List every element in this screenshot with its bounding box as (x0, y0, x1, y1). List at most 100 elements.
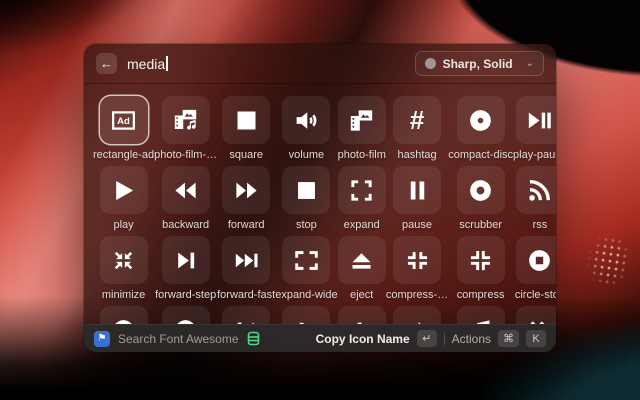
footer-bar: ⚑ Search Font Awesome Copy Icon Name ↵ A… (84, 324, 556, 352)
icon-tile-hashtag[interactable]: # (393, 96, 441, 144)
copy-icon-name-button[interactable]: Copy Icon Name (316, 332, 410, 346)
rss-icon (526, 177, 553, 204)
icon-tile-compress-wide[interactable] (393, 236, 441, 284)
icon-tile-circle-stop[interactable] (516, 236, 556, 284)
icon-label: rss (533, 219, 548, 231)
volume-icon (293, 107, 320, 134)
backward-icon (172, 177, 199, 204)
icon-label: photo-film-… (154, 149, 217, 161)
icon-tile-chart-column[interactable] (338, 306, 386, 324)
icon-tile-stop[interactable] (282, 166, 330, 214)
icon-cell-photo-film-…: photo-film-… (154, 96, 217, 166)
icon-tile-arrow-right[interactable] (393, 306, 441, 324)
icon-tile-sliders[interactable] (282, 306, 330, 324)
svg-text:Ad: Ad (117, 116, 130, 127)
icon-tile-forward[interactable] (222, 166, 270, 214)
icon-tile-backward[interactable] (162, 166, 210, 214)
icon-label: expand-wide (275, 289, 337, 301)
search-input-value: media (127, 56, 165, 72)
icon-tile-minimize[interactable] (100, 236, 148, 284)
icon-cell-scrubber: scrubber (448, 166, 513, 236)
style-dropdown-value: Sharp, Solid (443, 57, 513, 71)
icon-cell-expand-wide: expand-wide (275, 236, 337, 306)
icon-grid: Adrectangle-adphoto-film-…squarevolumeph… (84, 84, 556, 324)
icon-label: volume (289, 149, 324, 161)
icon-tile-rectangle-ad[interactable]: Ad (100, 96, 148, 144)
icon-tile-circle[interactable] (162, 306, 210, 324)
icon-cell-chart-column (338, 306, 386, 324)
footer-app-label: Search Font Awesome (118, 332, 239, 346)
search-bar: ← media Sharp, Solid ⌄ (84, 44, 556, 84)
style-dot-icon (425, 58, 436, 69)
footer-actions: Copy Icon Name ↵ Actions ⌘ K (316, 330, 546, 347)
icon-cell-pause: pause (386, 166, 448, 236)
arrow-right-icon (404, 317, 431, 325)
icon-cell-circle (154, 306, 217, 324)
icon-tile-pause[interactable] (393, 166, 441, 214)
icon-tile-photo-film-music[interactable] (162, 96, 210, 144)
icon-cell-hashtag: # hashtag (386, 96, 448, 166)
icon-cell-angles-right (513, 306, 556, 324)
back-button[interactable]: ← (96, 53, 117, 74)
circle-icon (172, 317, 199, 325)
chart-column-icon (348, 317, 375, 325)
icon-cell-circle-stop: circle-stop (513, 236, 556, 306)
expand-wide-icon (293, 247, 320, 274)
icon-tile-scrubber[interactable] (457, 166, 505, 214)
icon-cell-compact-disc: compact-disc (448, 96, 513, 166)
eject-icon (348, 247, 375, 274)
play-icon (110, 177, 137, 204)
icon-tile-forward-step[interactable] (162, 236, 210, 284)
wallpaper-halftone-dots (575, 220, 640, 301)
icon-tile-play[interactable] (100, 166, 148, 214)
search-input[interactable]: media (127, 56, 168, 72)
icon-tile-compress[interactable] (457, 236, 505, 284)
icon-label: rectangle-ad (93, 149, 154, 161)
icon-label: compress-… (386, 289, 448, 301)
rectangle-ad-icon: Ad (110, 107, 137, 134)
icon-label: eject (350, 289, 373, 301)
icon-label: photo-film (338, 149, 386, 161)
actions-button[interactable]: Actions (452, 332, 491, 346)
cmd-key-badge[interactable]: ⌘ (498, 330, 519, 347)
sliders-icon (293, 317, 320, 325)
photo-film-icon (348, 107, 375, 134)
return-key-badge[interactable]: ↵ (417, 330, 437, 347)
icon-tile-photo-film[interactable] (338, 96, 386, 144)
scrubber-icon (467, 177, 494, 204)
icon-tile-forward-fast[interactable] (222, 236, 270, 284)
hashtag-icon: # (410, 107, 424, 133)
icon-tile-music[interactable] (457, 306, 505, 324)
icon-tile-square[interactable] (222, 96, 270, 144)
icon-tile-rss[interactable] (516, 166, 556, 214)
icon-tile-eject[interactable] (338, 236, 386, 284)
minimize-icon (110, 247, 137, 274)
icon-tile-circle[interactable] (100, 306, 148, 324)
compact-disc-icon (467, 107, 494, 134)
flag-glyph: ⚑ (98, 333, 107, 344)
icon-tile-expand-wide[interactable] (282, 236, 330, 284)
k-key-badge[interactable]: K (526, 330, 546, 347)
pause-icon (404, 177, 431, 204)
icon-tile-play-pause[interactable] (516, 96, 556, 144)
icon-tile-expand[interactable] (338, 166, 386, 214)
circle-stop-icon (526, 247, 553, 274)
icon-cell-minimize: minimize (93, 236, 154, 306)
icon-label: pause (402, 219, 432, 231)
icon-cell-expand: expand (338, 166, 386, 236)
icon-cell-arrow-right (386, 306, 448, 324)
forward-icon (233, 177, 260, 204)
icon-label: hashtag (397, 149, 436, 161)
icon-tile-volume[interactable] (282, 96, 330, 144)
icon-label: forward-fast (217, 289, 275, 301)
icon-tile-angles-right[interactable] (516, 306, 556, 324)
icon-tile-compact-disc[interactable] (457, 96, 505, 144)
icon-label: compress (457, 289, 505, 301)
icon-label: compact-disc (448, 149, 513, 161)
icon-cell-music (448, 306, 513, 324)
icon-cell-photo-film: photo-film (338, 96, 386, 166)
icon-cell-sliders (275, 306, 337, 324)
icon-tile-backward-step[interactable] (222, 306, 270, 324)
icon-cell-backward-step (217, 306, 275, 324)
style-dropdown[interactable]: Sharp, Solid ⌄ (415, 51, 544, 76)
